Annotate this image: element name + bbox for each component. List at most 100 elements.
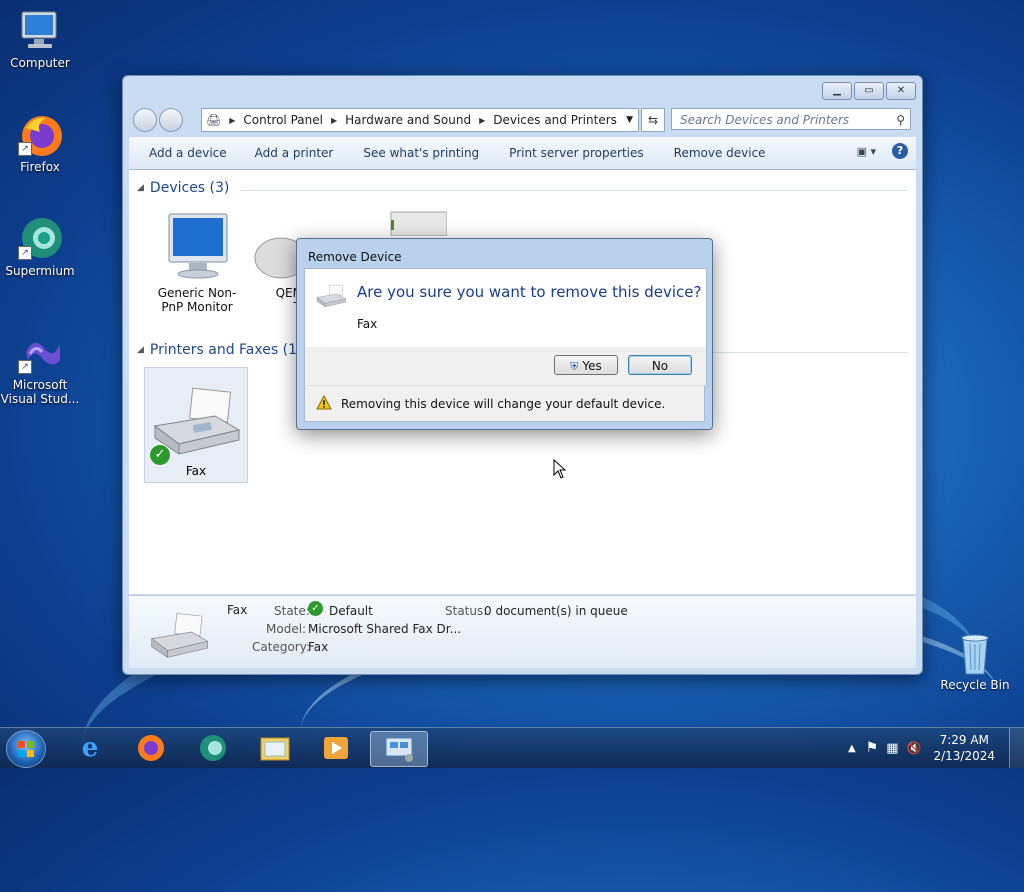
- address-dropdown-icon[interactable]: ▼: [626, 115, 633, 125]
- firefox-icon: ↗: [16, 112, 64, 158]
- forward-button[interactable]: [159, 108, 183, 132]
- dialog-fax-icon: [315, 283, 347, 312]
- breadcrumb-control-panel[interactable]: Control Panel: [243, 113, 323, 127]
- taskbar-firefox[interactable]: [126, 731, 176, 765]
- help-icon[interactable]: ?: [892, 143, 908, 159]
- supermium-icon: ↗: [16, 216, 64, 262]
- model-value: Microsoft Shared Fax Dr...: [308, 622, 462, 636]
- supermium-icon: [200, 735, 226, 761]
- desktop-icon-label: Firefox: [20, 160, 60, 174]
- default-check-icon: ✓: [149, 444, 171, 466]
- taskbar-file-explorer[interactable]: [250, 731, 300, 765]
- network-icon[interactable]: ▦: [886, 741, 898, 756]
- model-label: Model:: [266, 622, 307, 636]
- shortcut-arrow-icon: ↗: [18, 360, 32, 374]
- taskbar: e ▲ ⚑ ▦ 🔇 7:29 AM 2/13/2024: [0, 727, 1024, 768]
- printer-label: Fax: [185, 464, 207, 478]
- refresh-button[interactable]: ⇆: [641, 108, 665, 132]
- desktop-icon-recycle-bin[interactable]: Recycle Bin: [935, 630, 1015, 692]
- breadcrumb-arrow-icon: ▶: [479, 115, 486, 125]
- add-printer-button[interactable]: Add a printer: [255, 146, 334, 160]
- breadcrumb-devices-and-printers[interactable]: Devices and Printers: [493, 113, 617, 127]
- dialog-button-bar: ⛨ Yes No: [304, 347, 707, 385]
- group-divider: [241, 190, 908, 191]
- address-bar[interactable]: 🖨 ▶ Control Panel ▶ Hardware and Sound ▶…: [201, 108, 639, 132]
- details-pane: Fax State: ✓ Default Status: 0 document(…: [129, 595, 916, 668]
- taskbar-media-player[interactable]: [311, 731, 361, 765]
- state-ok-icon: ✓: [308, 601, 323, 616]
- dialog-title: Remove Device: [308, 250, 402, 264]
- category-value: Fax: [308, 640, 329, 654]
- show-desktop-button[interactable]: [1009, 728, 1024, 768]
- desktop-icon-computer[interactable]: Computer: [0, 8, 80, 70]
- clock-date: 2/13/2024: [933, 749, 995, 763]
- warning-icon: [316, 394, 332, 413]
- control-panel-icon: 🖨: [206, 113, 222, 127]
- close-button[interactable]: ✕: [886, 82, 916, 100]
- command-bar: Add a device Add a printer See what's pr…: [129, 137, 916, 170]
- devices-group-header[interactable]: ◢ Devices (3): [137, 180, 229, 196]
- visual-studio-icon: ↗: [16, 330, 64, 376]
- change-view-button[interactable]: ▣ ▾: [857, 145, 876, 158]
- maximize-button[interactable]: ▭: [854, 82, 884, 100]
- desktop-icon-visual-studio[interactable]: ↗ Microsoft Visual Stud...: [0, 330, 80, 406]
- folder-icon: [260, 737, 290, 761]
- device-label: Generic Non-PnP Monitor: [157, 286, 237, 314]
- add-device-button[interactable]: Add a device: [149, 146, 227, 160]
- breadcrumb-hardware-and-sound[interactable]: Hardware and Sound: [345, 113, 471, 127]
- state-label: State:: [274, 604, 310, 618]
- collapse-arrow-icon: ◢: [137, 183, 144, 193]
- taskbar-supermium[interactable]: [188, 731, 238, 765]
- status-label: Status:: [445, 604, 488, 618]
- desktop-icon-firefox[interactable]: ↗ Firefox: [0, 112, 80, 174]
- printer-fax[interactable]: ✓ Fax: [144, 367, 248, 483]
- warning-message: Removing this device will change your de…: [341, 397, 666, 411]
- breadcrumb-arrow-icon: ▶: [229, 115, 236, 125]
- back-button[interactable]: [133, 108, 157, 132]
- desktop-icon-label: Computer: [10, 56, 70, 70]
- dialog-device-name: Fax: [357, 317, 378, 331]
- device-generic-monitor[interactable]: Generic Non-PnP Monitor: [147, 208, 247, 314]
- state-value: Default: [329, 604, 373, 618]
- search-icon: ⚲: [896, 113, 905, 127]
- remove-device-button[interactable]: Remove device: [674, 146, 766, 160]
- action-center-flag-icon[interactable]: ⚑: [866, 740, 879, 756]
- shortcut-arrow-icon: ↗: [18, 142, 32, 156]
- print-server-properties-button[interactable]: Print server properties: [509, 146, 643, 160]
- firefox-icon: [138, 735, 164, 761]
- search-input[interactable]: Search Devices and Printers ⚲: [671, 108, 911, 130]
- desktop-icon-label: Microsoft Visual Stud...: [0, 378, 80, 406]
- taskbar-internet-explorer[interactable]: e: [65, 731, 115, 765]
- status-value: 0 document(s) in queue: [484, 604, 628, 618]
- media-player-icon: [324, 737, 348, 759]
- collapse-arrow-icon: ◢: [137, 345, 144, 355]
- yes-button[interactable]: ⛨ Yes: [554, 355, 618, 375]
- system-tray: ▲ ⚑ ▦ 🔇 7:29 AM 2/13/2024: [848, 728, 1024, 768]
- show-hidden-icons-button[interactable]: ▲: [848, 743, 856, 754]
- clock[interactable]: 7:29 AM 2/13/2024: [933, 732, 995, 764]
- monitor-icon: [147, 208, 247, 286]
- shortcut-arrow-icon: ↗: [18, 246, 32, 260]
- desktop-icon-supermium[interactable]: ↗ Supermium: [0, 216, 80, 278]
- mouse-cursor-icon: [553, 458, 567, 482]
- no-button[interactable]: No: [628, 355, 692, 375]
- details-fax-icon: [147, 612, 211, 663]
- minimize-button[interactable]: ▁: [822, 82, 852, 100]
- details-name: Fax: [227, 603, 248, 617]
- devices-printers-icon: [385, 737, 413, 762]
- dialog-footer: Removing this device will change your de…: [304, 385, 705, 422]
- desktop-icon-label: Recycle Bin: [940, 678, 1010, 692]
- computer-icon: [16, 8, 64, 54]
- dialog-body: Are you sure you want to remove this dev…: [304, 268, 707, 349]
- printers-group-header[interactable]: ◢ Printers and Faxes (1): [137, 342, 302, 358]
- device-usb-drive[interactable]: [387, 206, 448, 237]
- recycle-bin-icon: [951, 630, 999, 676]
- start-button[interactable]: [6, 730, 46, 768]
- category-label: Category:: [252, 640, 310, 654]
- see-whats-printing-button[interactable]: See what's printing: [363, 146, 479, 160]
- desktop-icon-label: Supermium: [5, 264, 75, 278]
- breadcrumb-arrow-icon: ▶: [330, 115, 338, 125]
- volume-muted-icon[interactable]: 🔇: [907, 741, 922, 755]
- taskbar-devices-and-printers[interactable]: [370, 731, 428, 767]
- clock-time: 7:29 AM: [939, 733, 989, 747]
